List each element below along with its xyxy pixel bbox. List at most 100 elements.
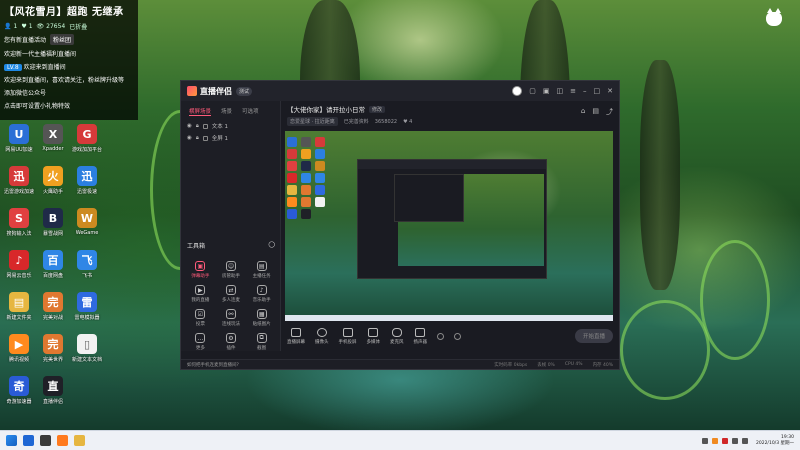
- desktop-icon[interactable]: 迅迅雷游戏加速: [2, 166, 36, 195]
- eye-icon[interactable]: ◉: [187, 123, 192, 129]
- desktop-icon[interactable]: 百百度网盘: [36, 250, 70, 279]
- version-badge[interactable]: 测试: [236, 86, 253, 96]
- preview-app-icon: [301, 137, 311, 147]
- volume-icon[interactable]: [741, 437, 748, 444]
- tool-item[interactable]: ▤ 主播任务: [246, 261, 277, 279]
- media-button[interactable]: 多媒体: [367, 327, 380, 345]
- taskbar-app-icon[interactable]: [40, 435, 51, 446]
- start-menu-icon[interactable]: [6, 435, 17, 446]
- clock[interactable]: 19:30 2022/10/3 星期一: [756, 435, 794, 447]
- tool-item[interactable]: ☑ 投票: [185, 309, 216, 327]
- tab-scene[interactable]: 场景: [221, 107, 232, 116]
- desktop-icon-label: 暴雪战网: [42, 231, 63, 237]
- toolbox-settings-icon[interactable]: ◯: [268, 241, 275, 250]
- tool-item[interactable]: ♪ 音乐助手: [246, 285, 277, 303]
- tray-app-icon[interactable]: [711, 437, 718, 444]
- preview-app-icon: [287, 137, 297, 147]
- desktop-icon[interactable]: 直直播伴侣: [36, 376, 70, 405]
- overlay-line: 欢迎新一代主播福利直播间: [4, 51, 77, 58]
- desktop-icon[interactable]: ▯ 新建文本文档: [70, 334, 104, 363]
- desktop-icon[interactable]: 火火鹰助手: [36, 166, 70, 195]
- phone-connect-hint[interactable]: 如何把手机连麦到直播间?: [187, 362, 239, 368]
- start-live-button[interactable]: 开始直播: [574, 329, 613, 343]
- desktop-icon[interactable]: U 网易UU加速: [2, 124, 36, 153]
- desktop-icon[interactable]: ▶ 腾讯视频: [2, 334, 36, 363]
- taskbar-app-icon[interactable]: [57, 435, 68, 446]
- microphone-button[interactable]: 麦克风: [390, 327, 404, 345]
- desktop-icon[interactable]: ▤ 新建文件夹: [2, 292, 36, 321]
- share-icon[interactable]: ⤴: [606, 107, 613, 117]
- screen-capture-button[interactable]: 直播屏幕: [287, 327, 305, 345]
- tab-options[interactable]: 可选项: [242, 107, 259, 116]
- desktop-icon[interactable]: G 游戏加加平台: [70, 124, 104, 153]
- cat-icon[interactable]: [766, 8, 782, 26]
- tool-item[interactable]: ▶ 我的直播: [185, 285, 216, 303]
- tool-item[interactable]: ⚯ 连线玩法: [216, 309, 247, 327]
- edit-title-button[interactable]: 修改: [369, 105, 386, 113]
- desktop-icon[interactable]: 奇奇游加速器: [2, 376, 36, 405]
- avatar[interactable]: [512, 86, 523, 96]
- desktop-icon[interactable]: W WeGame: [70, 208, 104, 236]
- message-icon[interactable]: ▣: [543, 87, 550, 95]
- menu-icon[interactable]: ≡: [570, 87, 576, 95]
- tool-item[interactable]: ▣ 弹幕助手: [185, 261, 216, 279]
- camera-button[interactable]: 摄像头: [315, 327, 329, 345]
- tool-label: 插件: [226, 346, 236, 351]
- feedback-icon[interactable]: ◫: [557, 87, 564, 95]
- eye-icon[interactable]: ◉: [187, 135, 192, 141]
- desktop-icon[interactable]: ♪ 网易云音乐: [2, 250, 36, 279]
- preview-app-icon: [287, 197, 297, 207]
- tool-item[interactable]: ⧉ 截图: [246, 333, 277, 351]
- app-logo: 直播伴侣: [187, 86, 232, 97]
- desktop-icon[interactable]: 完完美对战: [36, 292, 70, 321]
- tool-item[interactable]: ☺ 房管助手: [216, 261, 247, 279]
- app-icon: 百: [43, 250, 63, 270]
- tray-app-icon[interactable]: [721, 437, 728, 444]
- tool-item[interactable]: … 更多: [185, 333, 216, 351]
- desktop-icon[interactable]: 雷雷电模拟器: [70, 292, 104, 321]
- window-titlebar: 直播伴侣 测试 ▢ ▣ ◫ ≡ – □ ✕: [181, 81, 619, 101]
- settings-icon[interactable]: ▢: [529, 87, 536, 95]
- fan-club-button[interactable]: 粉丝团: [50, 34, 75, 45]
- network-icon[interactable]: [731, 437, 738, 444]
- tool-item[interactable]: ⇄ 多人连麦: [216, 285, 247, 303]
- desktop-icon[interactable]: S 搜狗输入法: [2, 208, 36, 237]
- app-icon: ▤: [9, 292, 29, 312]
- desktop-icon[interactable]: 迅迅雷极速: [70, 166, 104, 195]
- tool-icon: ⇄: [225, 285, 236, 295]
- record-icon[interactable]: ▤: [592, 107, 599, 117]
- preview-app-icon: [301, 185, 311, 195]
- room-category[interactable]: 恋爱星球 · 拉近距离: [287, 117, 338, 126]
- source-item[interactable]: ◉ 🔒︎ 全屏 1: [181, 132, 280, 144]
- desktop-icon[interactable]: 完完美世界: [36, 334, 70, 363]
- phone-cast-button[interactable]: 手机投屏: [339, 327, 357, 345]
- overlay-stat: 👁 27654: [36, 23, 66, 30]
- minimize-icon[interactable]: –: [583, 87, 587, 95]
- desktop-icon-label: 火鹰助手: [42, 189, 63, 195]
- taskbar-app-icon[interactable]: [74, 435, 85, 446]
- speaker-button[interactable]: 扬声器: [414, 327, 427, 345]
- tool-label: 音乐助手: [252, 298, 271, 303]
- desktop-icon-label: 百度网盘: [42, 273, 63, 279]
- lock-icon[interactable]: 🔒︎: [196, 123, 199, 130]
- maximize-icon[interactable]: □: [594, 87, 601, 95]
- tool-item[interactable]: ▦ 贴纸图片: [246, 309, 277, 327]
- desktop-icon[interactable]: X Xpadder: [36, 124, 70, 152]
- app-icon: ▯: [77, 334, 97, 354]
- close-icon[interactable]: ✕: [607, 87, 613, 95]
- tray-chevron-icon[interactable]: [701, 437, 708, 444]
- source-item[interactable]: ◉ 🔒︎ 文本 1: [181, 120, 280, 132]
- notification-icon[interactable]: ⌂: [581, 107, 585, 117]
- lock-icon[interactable]: 🔒︎: [196, 135, 199, 142]
- stream-preview[interactable]: [285, 131, 613, 321]
- preview-taskbar: [285, 315, 613, 321]
- desktop-icon[interactable]: 飞飞书: [70, 250, 104, 279]
- record-small-icon[interactable]: [437, 332, 444, 340]
- desktop-icon-label: 飞书: [81, 273, 92, 279]
- desktop-icon[interactable]: B 暴雪战网: [36, 208, 70, 237]
- tool-item[interactable]: ⚙ 插件: [216, 333, 247, 351]
- settings-small-icon[interactable]: [454, 332, 461, 340]
- tab-landscape-scene[interactable]: 横屏场景: [189, 107, 212, 116]
- taskbar-app-icon[interactable]: [23, 435, 34, 446]
- app-icon: 完: [43, 334, 63, 354]
